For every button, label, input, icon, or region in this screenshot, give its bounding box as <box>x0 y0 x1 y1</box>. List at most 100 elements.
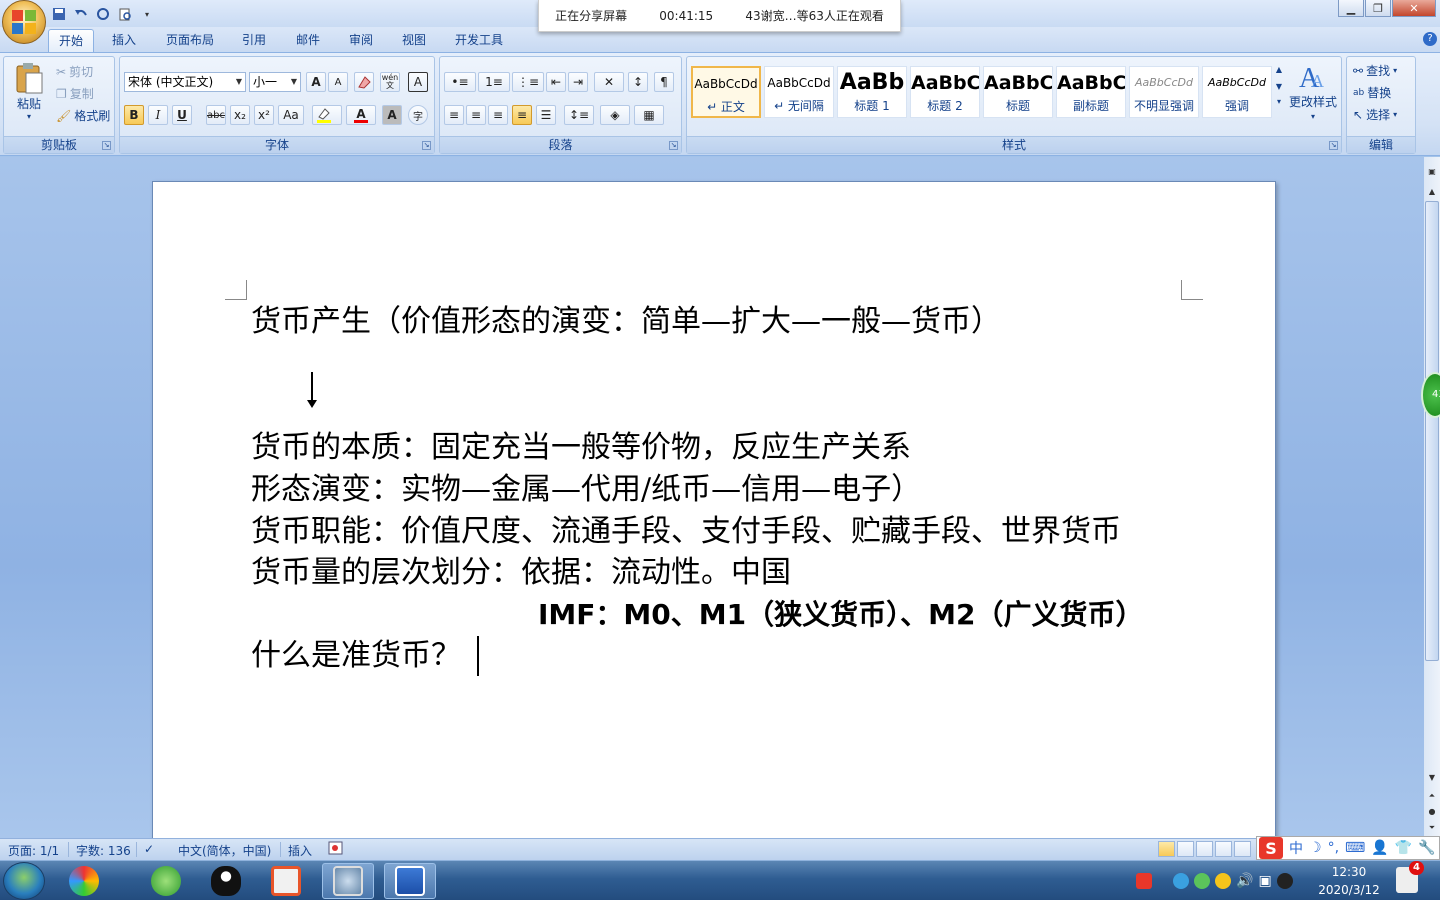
update-tray-icon[interactable] <box>1194 873 1210 889</box>
numbering-icon[interactable]: 1≡ <box>478 72 510 92</box>
restore-button[interactable]: ❐ <box>1365 0 1391 17</box>
vertical-scrollbar[interactable]: ▣ ▲ ▼ ⏶ ● ⏷ <box>1424 157 1440 838</box>
align-center-icon[interactable]: ≡ <box>466 105 486 125</box>
ie-tray-icon[interactable] <box>1173 873 1189 889</box>
tab-home[interactable]: 开始 <box>48 29 95 53</box>
start-button[interactable] <box>3 862 45 900</box>
prev-page-icon[interactable]: ⏶ <box>1425 789 1439 803</box>
justify-icon[interactable]: ≡ <box>512 105 532 125</box>
full-screen-reading-icon[interactable] <box>1177 841 1194 857</box>
minimize-button[interactable]: ▁ <box>1338 0 1364 17</box>
grow-font-button[interactable]: A <box>306 72 326 92</box>
tab-view[interactable]: 视图 <box>392 29 436 53</box>
moon-icon[interactable]: ☽ <box>1309 840 1322 856</box>
tab-developer[interactable]: 开发工具 <box>445 29 513 53</box>
punctuation-icon[interactable]: °, <box>1328 840 1339 856</box>
font-color-button[interactable]: A <box>346 105 376 125</box>
style-subtitle[interactable]: AaBbC 副标题 <box>1056 66 1126 118</box>
change-styles-button[interactable]: AA 更改样式 ▾ <box>1287 61 1339 121</box>
user-icon[interactable]: 👤 <box>1371 840 1388 856</box>
notification-icon[interactable]: 4 <box>1396 861 1424 893</box>
tab-mailings[interactable]: 邮件 <box>286 29 330 53</box>
status-word-count[interactable]: 字数: 136 <box>76 842 131 859</box>
paste-button[interactable]: 粘贴 ▾ <box>10 61 48 121</box>
clear-format-icon[interactable] <box>354 72 374 92</box>
copy-button[interactable]: ❐ 复制 <box>56 85 94 102</box>
office-button[interactable] <box>2 0 46 44</box>
style-heading-2[interactable]: AaBbC 标题 2 <box>910 66 980 118</box>
align-right-icon[interactable]: ≡ <box>488 105 508 125</box>
decrease-indent-icon[interactable]: ⇤ <box>546 72 566 92</box>
status-language[interactable]: 中文(简体，中国) <box>178 842 271 859</box>
scroll-down-icon[interactable]: ▼ <box>1425 771 1439 785</box>
taskbar-app-qq[interactable] <box>200 863 252 899</box>
proofing-icon[interactable]: ✓ <box>144 842 154 856</box>
style-title[interactable]: AaBbC 标题 <box>983 66 1053 118</box>
show-marks-icon[interactable]: ¶ <box>654 72 674 92</box>
draft-view-icon[interactable] <box>1234 841 1251 857</box>
phonetic-guide-button[interactable]: wén 文 <box>380 72 400 92</box>
font-name-combo[interactable]: 宋体 (中文正文) ▼ <box>124 72 246 92</box>
taskbar-app-browser[interactable] <box>140 863 192 899</box>
chinese-layout-icon[interactable]: ✕ <box>594 72 624 92</box>
superscript-button[interactable]: x² <box>254 105 274 125</box>
add-tray-icon[interactable] <box>1215 873 1231 889</box>
format-painter-button[interactable]: 🖌 格式刷 <box>56 107 110 124</box>
shading-icon[interactable]: ◈ <box>600 105 630 125</box>
tab-insert[interactable]: 插入 <box>102 29 146 53</box>
document-page[interactable]: 货币产生（价值形态的演变：简单—扩大—一般—货币） 货币的本质：固定充当一般等价… <box>152 181 1276 881</box>
chevron-up-icon[interactable]: ▲ <box>1276 65 1282 74</box>
taskbar-app-ev[interactable] <box>260 863 312 899</box>
italic-button[interactable]: I <box>148 105 168 125</box>
tab-review[interactable]: 审阅 <box>339 29 383 53</box>
browse-object-icon[interactable]: ● <box>1425 805 1439 819</box>
enclose-characters-button[interactable]: 字 <box>408 105 428 125</box>
style-subtle-emphasis[interactable]: AaBbCcDd 不明显强调 <box>1129 66 1199 118</box>
scroll-thumb[interactable] <box>1425 201 1439 661</box>
scroll-up-icon[interactable]: ▲ <box>1425 185 1439 199</box>
ruler-toggle-icon[interactable]: ▣ <box>1425 165 1439 179</box>
font-launcher-icon[interactable]: ↘ <box>422 141 431 150</box>
close-button[interactable]: ✕ <box>1392 0 1436 17</box>
customize-toolbar-icon[interactable]: ▾ <box>138 5 156 23</box>
undo-icon[interactable] <box>72 5 90 23</box>
tab-page-layout[interactable]: 页面布局 <box>156 29 224 53</box>
help-icon[interactable]: ? <box>1423 32 1437 46</box>
style-emphasis[interactable]: AaBbCcDd 强调 <box>1202 66 1272 118</box>
multilevel-list-icon[interactable]: ⋮≡ <box>512 72 544 92</box>
wrench-icon[interactable]: 🔧 <box>1418 840 1435 856</box>
borders-icon[interactable]: ▦ <box>634 105 664 125</box>
style-no-spacing[interactable]: AaBbCcDd ↵ 无间隔 <box>764 66 834 118</box>
sogou-tray-icon[interactable] <box>1136 873 1152 889</box>
volume-icon[interactable]: 🔊 <box>1236 873 1253 889</box>
redo-icon[interactable] <box>94 5 112 23</box>
taskbar-app-meeting[interactable] <box>322 863 374 899</box>
save-icon[interactable] <box>50 5 68 23</box>
web-layout-icon[interactable] <box>1196 841 1213 857</box>
character-border-button[interactable]: A <box>408 72 428 92</box>
distributed-icon[interactable]: ☰ <box>536 105 556 125</box>
status-insert-mode[interactable]: 插入 <box>288 842 312 859</box>
shrink-font-button[interactable]: A <box>328 72 348 92</box>
taskbar-app-word[interactable] <box>384 863 436 899</box>
align-left-icon[interactable]: ≡ <box>444 105 464 125</box>
bold-button[interactable]: B <box>124 105 144 125</box>
increase-indent-icon[interactable]: ⇥ <box>568 72 588 92</box>
print-preview-icon[interactable] <box>116 5 134 23</box>
find-button[interactable]: ⚯ 查找 ▾ <box>1353 62 1397 79</box>
clipboard-launcher-icon[interactable]: ↘ <box>102 141 111 150</box>
change-case-button[interactable]: Aa <box>278 105 304 125</box>
taskbar-clock[interactable]: 12:30 2020/3/12 <box>1314 863 1384 899</box>
underline-button[interactable]: U <box>172 105 192 125</box>
sort-icon[interactable]: ↕ <box>628 72 648 92</box>
macro-record-icon[interactable] <box>328 841 344 858</box>
styles-launcher-icon[interactable]: ↘ <box>1329 141 1338 150</box>
chevron-down-icon[interactable]: ▼ <box>1276 82 1282 91</box>
line-spacing-icon[interactable]: ↕≡ <box>564 105 594 125</box>
character-shading-button[interactable]: A <box>382 105 402 125</box>
taskbar-app-colorful[interactable] <box>58 863 110 899</box>
paragraph-launcher-icon[interactable]: ↘ <box>669 141 678 150</box>
select-button[interactable]: ↖ 选择 ▾ <box>1353 106 1397 123</box>
sogou-logo-icon[interactable]: S <box>1259 837 1283 859</box>
style-normal[interactable]: AaBbCcDd ↵ 正文 <box>691 66 761 118</box>
